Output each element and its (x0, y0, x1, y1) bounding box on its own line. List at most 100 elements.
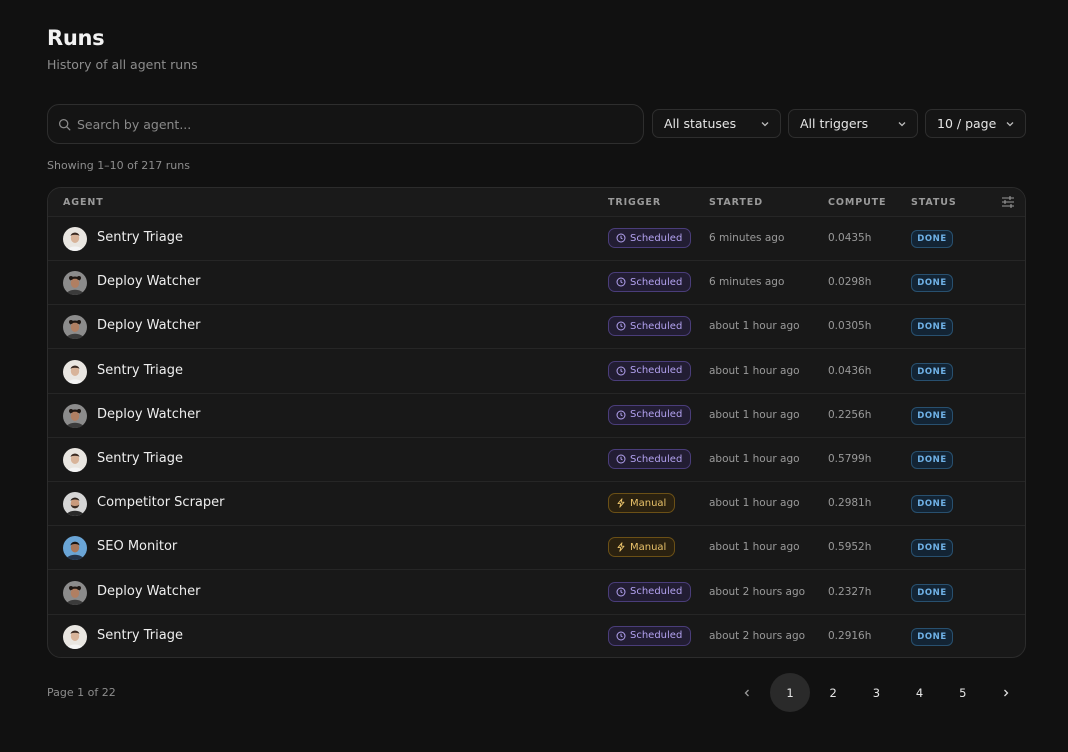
agent-avatar (63, 624, 87, 649)
clock-icon (616, 587, 630, 597)
bolt-icon (616, 542, 630, 553)
agent-name: Sentry Triage (97, 362, 183, 378)
search-box[interactable] (47, 104, 644, 144)
table-row[interactable]: Deploy Watcher Scheduled 6 minutes ago 0.02… (48, 261, 1025, 306)
clock-icon (616, 454, 630, 464)
page-button-1[interactable]: 1 (770, 673, 810, 712)
agent-avatar (63, 227, 87, 251)
clock-icon (616, 366, 630, 376)
table-row[interactable]: Sentry Triage Scheduled 6 minutes ago 0.043… (48, 217, 1025, 261)
compute-hours: 0.0305h (828, 320, 872, 333)
page-button-5[interactable]: 5 (943, 673, 983, 712)
started-time: about 1 hour ago (709, 541, 800, 554)
page-size-value: 10 / page (937, 116, 997, 131)
page-title: Runs (47, 26, 105, 50)
table-row[interactable]: Competitor Scraper Manual about 1 hour ago… (48, 482, 1025, 527)
table-row[interactable]: SEO Monitor Manual about 1 hour ago 0.5952h… (48, 526, 1025, 571)
compute-hours: 0.2981h (828, 497, 872, 510)
started-time: about 1 hour ago (709, 364, 800, 377)
status-badge: DONE (911, 274, 953, 293)
status-badge: DONE (911, 451, 953, 469)
next-page-button[interactable] (986, 673, 1026, 712)
agent-avatar (63, 448, 87, 472)
started-time: about 1 hour ago (709, 408, 800, 421)
search-input[interactable] (77, 116, 617, 132)
trigger-badge: Scheduled (608, 404, 692, 425)
started-time: about 1 hour ago (709, 497, 800, 510)
status-badge: DONE (911, 362, 953, 381)
agent-avatar (63, 271, 87, 296)
status-badge: DONE (911, 539, 953, 558)
column-header-status[interactable]: STATUS (911, 197, 957, 208)
column-settings-icon[interactable] (1001, 195, 1015, 209)
status-badge: DONE (911, 627, 953, 646)
previous-page-button[interactable] (727, 673, 767, 712)
table-row[interactable]: Sentry Triage Scheduled about 1 hour ago 0.… (48, 438, 1025, 482)
trigger-label: Manual (630, 497, 667, 509)
agent-avatar (63, 403, 87, 428)
agent-name: Deploy Watcher (97, 406, 201, 422)
column-header-agent[interactable]: AGENT (63, 197, 104, 208)
table-row[interactable]: Deploy Watcher Scheduled about 2 hours ago… (48, 571, 1025, 615)
clock-icon (616, 321, 630, 331)
agent-name: Deploy Watcher (97, 274, 201, 290)
trigger-label: Scheduled (630, 232, 683, 244)
clock-icon (616, 410, 630, 420)
trigger-label: Scheduled (630, 630, 683, 642)
table-row[interactable]: Deploy Watcher Scheduled about 1 hour ago 0… (48, 394, 1025, 438)
table-row[interactable]: Deploy Watcher Scheduled about 1 hour ago 0… (48, 305, 1025, 350)
trigger-label: Scheduled (630, 586, 683, 598)
started-time: 6 minutes ago (709, 276, 785, 289)
agent-avatar (63, 315, 87, 340)
column-header-trigger[interactable]: TRIGGER (608, 197, 661, 208)
page-size-select[interactable]: 10 / page (925, 109, 1026, 138)
trigger-badge: Scheduled (608, 228, 692, 248)
status-badge: DONE (911, 406, 953, 425)
bolt-icon (616, 498, 630, 508)
compute-hours: 0.2256h (828, 408, 872, 421)
chevron-down-icon (761, 121, 769, 126)
agent-name: Competitor Scraper (97, 495, 225, 511)
trigger-badge: Scheduled (608, 272, 692, 293)
trigger-badge: Scheduled (608, 449, 692, 469)
trigger-filter-value: All triggers (800, 116, 869, 131)
table-row[interactable]: Sentry Triage Scheduled about 2 hours ago 0… (48, 615, 1025, 657)
status-filter-value: All statuses (664, 116, 737, 131)
status-badge: DONE (911, 318, 953, 337)
agent-avatar (63, 359, 87, 384)
started-time: about 1 hour ago (709, 320, 800, 333)
page-button-2[interactable]: 2 (813, 673, 853, 712)
agent-name: SEO Monitor (97, 539, 178, 555)
chevron-right-icon (1004, 689, 1009, 696)
table-row[interactable]: Sentry Triage Scheduled about 1 hour ago 0.… (48, 350, 1025, 394)
page-button-3[interactable]: 3 (856, 673, 896, 712)
agent-avatar (63, 536, 87, 561)
compute-hours: 0.0435h (828, 232, 872, 244)
trigger-label: Scheduled (630, 320, 683, 332)
compute-hours: 0.5952h (828, 541, 872, 554)
started-time: 6 minutes ago (709, 232, 785, 244)
agent-avatar (63, 580, 87, 605)
page-button-4[interactable]: 4 (900, 673, 940, 712)
trigger-badge: Scheduled (608, 625, 692, 646)
trigger-filter-select[interactable]: All triggers (788, 109, 918, 138)
compute-hours: 0.2916h (828, 629, 872, 642)
page-subtitle: History of all agent runs (47, 57, 198, 72)
trigger-label: Manual (630, 541, 667, 553)
compute-hours: 0.5799h (828, 453, 872, 465)
trigger-label: Scheduled (630, 276, 683, 288)
status-badge: DONE (911, 230, 953, 248)
started-time: about 2 hours ago (709, 629, 806, 642)
started-time: about 1 hour ago (709, 453, 800, 465)
search-icon (58, 118, 71, 130)
compute-hours: 0.2327h (828, 585, 872, 598)
status-filter-select[interactable]: All statuses (652, 109, 781, 138)
column-header-started[interactable]: STARTED (709, 197, 763, 208)
compute-hours: 0.0298h (828, 276, 872, 289)
trigger-badge: Scheduled (608, 581, 692, 602)
column-header-compute[interactable]: COMPUTE (828, 197, 886, 208)
compute-hours: 0.0436h (828, 364, 872, 377)
table-header: AGENT TRIGGER STARTED COMPUTE STATUS (48, 188, 1025, 217)
trigger-badge: Manual (608, 537, 676, 558)
trigger-badge: Scheduled (608, 360, 692, 381)
